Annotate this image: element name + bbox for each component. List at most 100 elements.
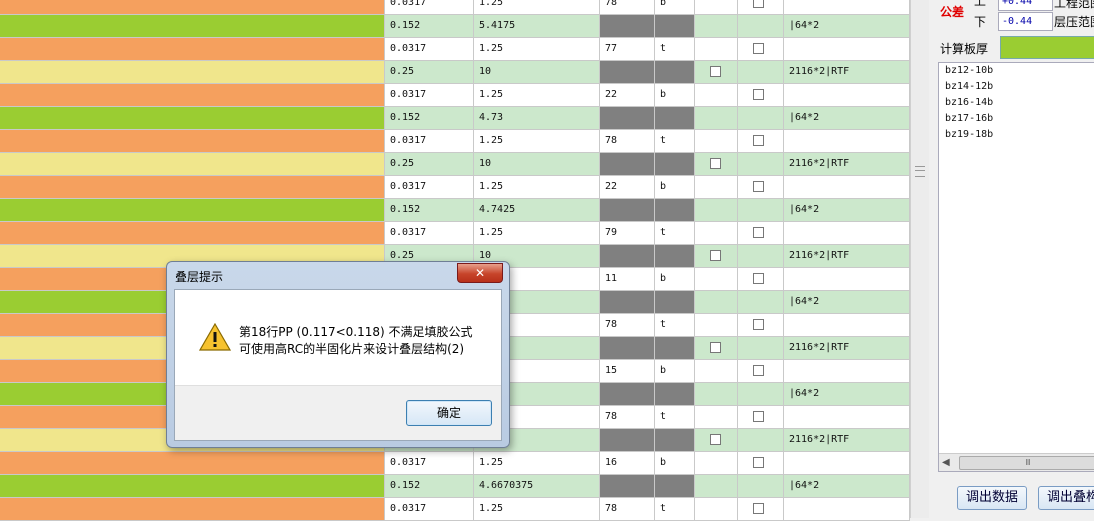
thickness-cell[interactable]: 0.152 [385,15,474,37]
checkbox[interactable] [753,0,764,8]
checkbox[interactable] [710,158,721,169]
side-cell[interactable]: b [655,176,695,198]
count-cell[interactable]: 78 [600,314,655,336]
thickness-cell[interactable]: 0.0317 [385,130,474,152]
checkbox[interactable] [753,43,764,54]
count-cell[interactable] [600,15,655,37]
thickness-cell[interactable]: 0.152 [385,107,474,129]
value-cell[interactable]: 1.25 [474,130,600,152]
value-cell[interactable]: 1.25 [474,84,600,106]
value-cell[interactable]: 1.25 [474,176,600,198]
count-cell[interactable] [600,475,655,497]
list-item[interactable]: bz19-18b [939,127,1094,143]
value-cell[interactable]: 1.25 [474,452,600,474]
thickness-cell[interactable]: 0.25 [385,61,474,83]
side-cell[interactable]: t [655,130,695,152]
count-cell[interactable] [600,245,655,267]
layer-color-band[interactable] [0,153,385,175]
layer-color-band[interactable] [0,199,385,221]
scroll-thumb[interactable]: Ⅲ [959,456,1094,470]
load-stack-button[interactable]: 调出叠构 [1038,486,1094,510]
value-cell[interactable]: 10 [474,61,600,83]
layer-color-band[interactable] [0,38,385,60]
thickness-cell[interactable]: 0.25 [385,153,474,175]
material-cell[interactable] [784,360,910,382]
material-cell[interactable] [784,498,910,520]
thickness-cell[interactable]: 0.0317 [385,452,474,474]
side-cell[interactable]: t [655,38,695,60]
checkbox[interactable] [753,503,764,514]
checkbox[interactable] [710,342,721,353]
material-cell[interactable] [784,38,910,60]
layer-color-band[interactable] [0,498,385,520]
side-cell[interactable]: t [655,498,695,520]
list-item[interactable]: bz14-12b [939,79,1094,95]
list-item[interactable]: bz12-10b [939,63,1094,79]
material-cell[interactable] [784,84,910,106]
layer-color-band[interactable] [0,61,385,83]
material-cell[interactable]: |64*2 [784,199,910,221]
material-cell[interactable] [784,176,910,198]
value-cell[interactable]: 5.4175 [474,15,600,37]
checkbox[interactable] [710,434,721,445]
layer-color-band[interactable] [0,107,385,129]
checkbox[interactable] [753,89,764,100]
count-cell[interactable]: 78 [600,0,655,14]
ok-button[interactable]: 确定 [406,400,492,426]
count-cell[interactable] [600,383,655,405]
list-item[interactable]: bz16-14b [939,95,1094,111]
checkbox[interactable] [753,411,764,422]
count-cell[interactable]: 78 [600,498,655,520]
dialog-close-button[interactable]: ✕ [457,263,503,283]
count-cell[interactable] [600,291,655,313]
checkbox[interactable] [710,66,721,77]
side-cell[interactable] [655,15,695,37]
value-cell[interactable]: 1.25 [474,0,600,14]
checkbox[interactable] [753,273,764,284]
side-cell[interactable]: b [655,452,695,474]
value-cell[interactable]: 4.7425 [474,199,600,221]
material-cell[interactable]: 2116*2|RTF [784,61,910,83]
layer-color-band[interactable] [0,475,385,497]
thickness-cell[interactable]: 0.0317 [385,38,474,60]
material-cell[interactable]: |64*2 [784,15,910,37]
list-item[interactable]: bz17-16b [939,111,1094,127]
value-cell[interactable]: 10 [474,153,600,175]
upper-tolerance-input[interactable]: +0.44 [998,0,1053,11]
checkbox[interactable] [753,319,764,330]
thickness-cell[interactable]: 0.152 [385,199,474,221]
material-cell[interactable] [784,314,910,336]
lower-tolerance-input[interactable]: -0.44 [998,12,1053,31]
side-cell[interactable]: t [655,406,695,428]
layer-color-band[interactable] [0,176,385,198]
layer-color-band[interactable] [0,452,385,474]
material-cell[interactable] [784,0,910,14]
load-data-button[interactable]: 调出数据 [957,486,1027,510]
material-cell[interactable]: |64*2 [784,475,910,497]
thickness-cell[interactable]: 0.0317 [385,0,474,14]
checkbox[interactable] [753,227,764,238]
count-cell[interactable]: 11 [600,268,655,290]
side-cell[interactable] [655,383,695,405]
material-cell[interactable]: 2116*2|RTF [784,337,910,359]
layer-color-band[interactable] [0,15,385,37]
material-cell[interactable] [784,406,910,428]
layer-color-band[interactable] [0,84,385,106]
layer-color-band[interactable] [0,130,385,152]
layer-color-band[interactable] [0,0,385,14]
count-cell[interactable]: 22 [600,176,655,198]
count-cell[interactable]: 16 [600,452,655,474]
count-cell[interactable] [600,61,655,83]
list-horizontal-scrollbar[interactable]: ◀ Ⅲ [939,453,1094,471]
material-cell[interactable] [784,222,910,244]
checkbox[interactable] [753,181,764,192]
side-cell[interactable]: b [655,0,695,14]
side-cell[interactable]: b [655,84,695,106]
side-cell[interactable] [655,291,695,313]
count-cell[interactable]: 79 [600,222,655,244]
value-cell[interactable]: 1.25 [474,38,600,60]
side-cell[interactable]: t [655,222,695,244]
scroll-left-arrow[interactable]: ◀ [942,457,950,468]
checkbox[interactable] [753,457,764,468]
checkbox[interactable] [710,250,721,261]
